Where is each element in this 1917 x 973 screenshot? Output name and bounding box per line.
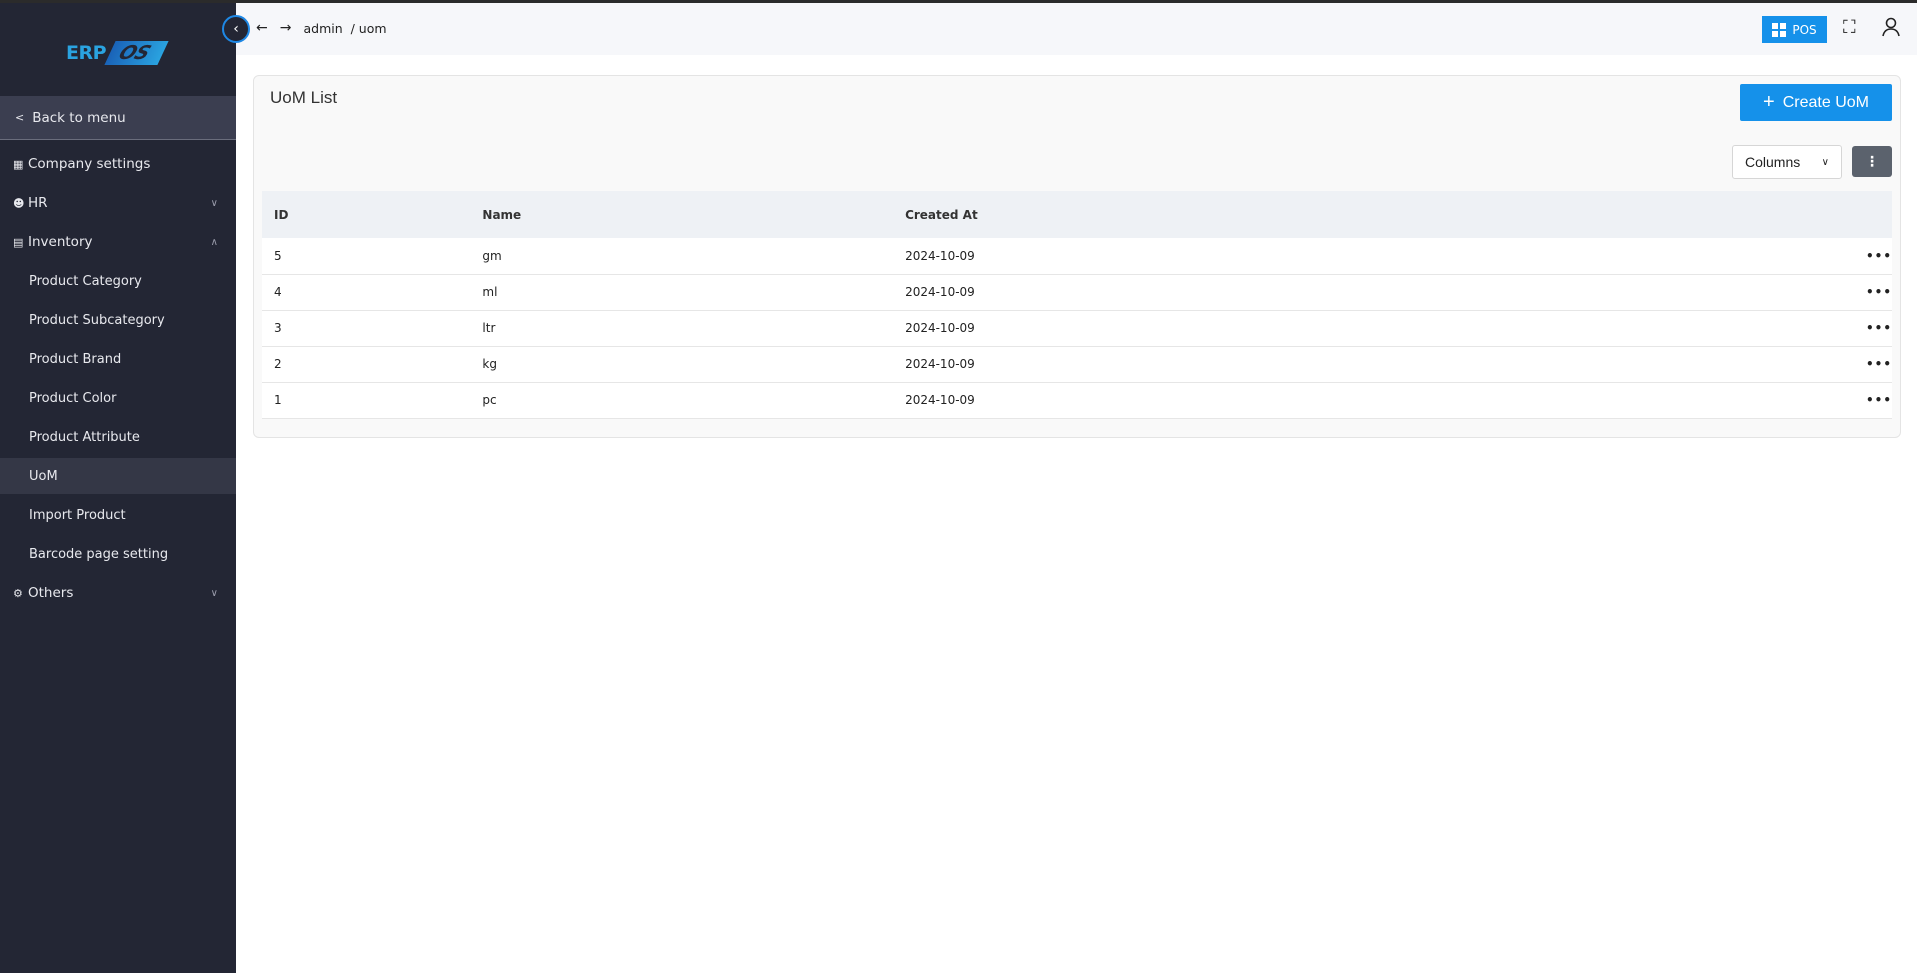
breadcrumb: admin / uom xyxy=(303,20,387,36)
table-row: 4 ml 2024-10-09 ••• xyxy=(262,274,1892,311)
cell-id: 1 xyxy=(262,382,471,419)
cell-created-at: 2024-10-09 xyxy=(893,274,1571,311)
logo: ERP OS xyxy=(66,41,169,65)
users-icon: ☻ xyxy=(13,196,25,210)
plus-icon: + xyxy=(1763,91,1775,113)
more-options-button[interactable]: ⋮ xyxy=(1852,146,1892,177)
table-row: 5 gm 2024-10-09 ••• xyxy=(262,238,1892,275)
sidebar-item-product-color[interactable]: Product Color xyxy=(0,380,236,416)
cell-created-at: 2024-10-09 xyxy=(893,238,1571,275)
breadcrumb-uom: uom xyxy=(358,20,387,36)
cell-created-at: 2024-10-09 xyxy=(893,382,1571,419)
back-arrow-icon[interactable]: ← xyxy=(256,20,268,36)
uom-table: ID Name Created At 5 gm 2024-10-09 ••• 4 ml 20… xyxy=(262,191,1892,419)
cell-name: kg xyxy=(470,346,894,383)
page-title: UoM List xyxy=(270,88,338,107)
row-actions-button[interactable]: ••• xyxy=(1570,274,1892,311)
chevron-up-icon: ∧ xyxy=(210,236,218,248)
pos-button[interactable]: POS xyxy=(1762,16,1827,43)
chevron-down-icon: ∨ xyxy=(210,197,218,209)
cell-name: gm xyxy=(470,238,894,275)
sidebar-item-product-brand[interactable]: Product Brand xyxy=(0,341,236,377)
create-uom-button[interactable]: + Create UoM xyxy=(1740,84,1892,121)
cell-id: 4 xyxy=(262,274,471,311)
row-actions-button[interactable]: ••• xyxy=(1570,346,1892,383)
chevron-down-icon: ∨ xyxy=(1821,156,1829,168)
sidebar-item-inventory[interactable]: ▤ Inventory ∧ xyxy=(0,224,236,260)
inventory-icon: ▤ xyxy=(13,235,24,249)
chevron-left-icon: < xyxy=(15,111,25,124)
table-row: 3 ltr 2024-10-09 ••• xyxy=(262,310,1892,347)
column-header-name[interactable]: Name xyxy=(470,191,894,238)
cell-id: 5 xyxy=(262,238,471,275)
sidebar: ERP OS < Back to menu ▦ Company settings ☻ HR… xyxy=(0,3,236,973)
cell-name: pc xyxy=(470,382,894,419)
cell-id: 3 xyxy=(262,310,471,347)
sidebar-item-product-attribute[interactable]: Product Attribute xyxy=(0,419,236,455)
forward-arrow-icon[interactable]: → xyxy=(280,20,292,36)
grid-icon xyxy=(1772,22,1787,37)
chevron-down-icon: ∨ xyxy=(210,587,218,599)
sidebar-item-company-settings[interactable]: ▦ Company settings xyxy=(0,146,236,182)
sidebar-item-product-category[interactable]: Product Category xyxy=(0,263,236,299)
column-header-actions xyxy=(1570,191,1892,238)
top-header xyxy=(236,3,1917,55)
cell-created-at: 2024-10-09 xyxy=(893,346,1571,383)
sidebar-item-others[interactable]: ⚙ Others ∨ xyxy=(0,575,236,611)
gear-icon: ⚙ xyxy=(13,586,23,600)
row-actions-button[interactable]: ••• xyxy=(1570,238,1892,275)
collapse-sidebar-button[interactable]: ‹ xyxy=(222,15,250,43)
sidebar-item-import-product[interactable]: Import Product xyxy=(0,497,236,533)
cell-created-at: 2024-10-09 xyxy=(893,310,1571,347)
uom-list-card: UoM List + Create UoM Columns ∨ ⋮ ID Name … xyxy=(253,75,1901,438)
back-to-menu-button[interactable]: < Back to menu xyxy=(0,96,236,140)
column-header-id[interactable]: ID xyxy=(262,191,471,238)
column-header-created-at[interactable]: Created At xyxy=(893,191,1571,238)
cell-name: ltr xyxy=(470,310,894,347)
sidebar-item-barcode-page-setting[interactable]: Barcode page setting xyxy=(0,536,236,572)
row-actions-button[interactable]: ••• xyxy=(1570,310,1892,347)
table-row: 1 pc 2024-10-09 ••• xyxy=(262,382,1892,419)
breadcrumb-admin[interactable]: admin xyxy=(303,21,342,36)
cell-id: 2 xyxy=(262,346,471,383)
user-icon[interactable] xyxy=(1881,17,1901,42)
cell-name: ml xyxy=(470,274,894,311)
sidebar-item-hr[interactable]: ☻ HR ∨ xyxy=(0,185,236,221)
row-actions-button[interactable]: ••• xyxy=(1570,382,1892,419)
sidebar-item-uom[interactable]: UoM xyxy=(0,458,236,494)
fullscreen-icon[interactable]: ⛶ xyxy=(1843,17,1856,38)
building-icon: ▦ xyxy=(13,157,24,171)
sidebar-item-product-subcategory[interactable]: Product Subcategory xyxy=(0,302,236,338)
columns-select[interactable]: Columns ∨ xyxy=(1732,145,1842,179)
table-row: 2 kg 2024-10-09 ••• xyxy=(262,346,1892,383)
